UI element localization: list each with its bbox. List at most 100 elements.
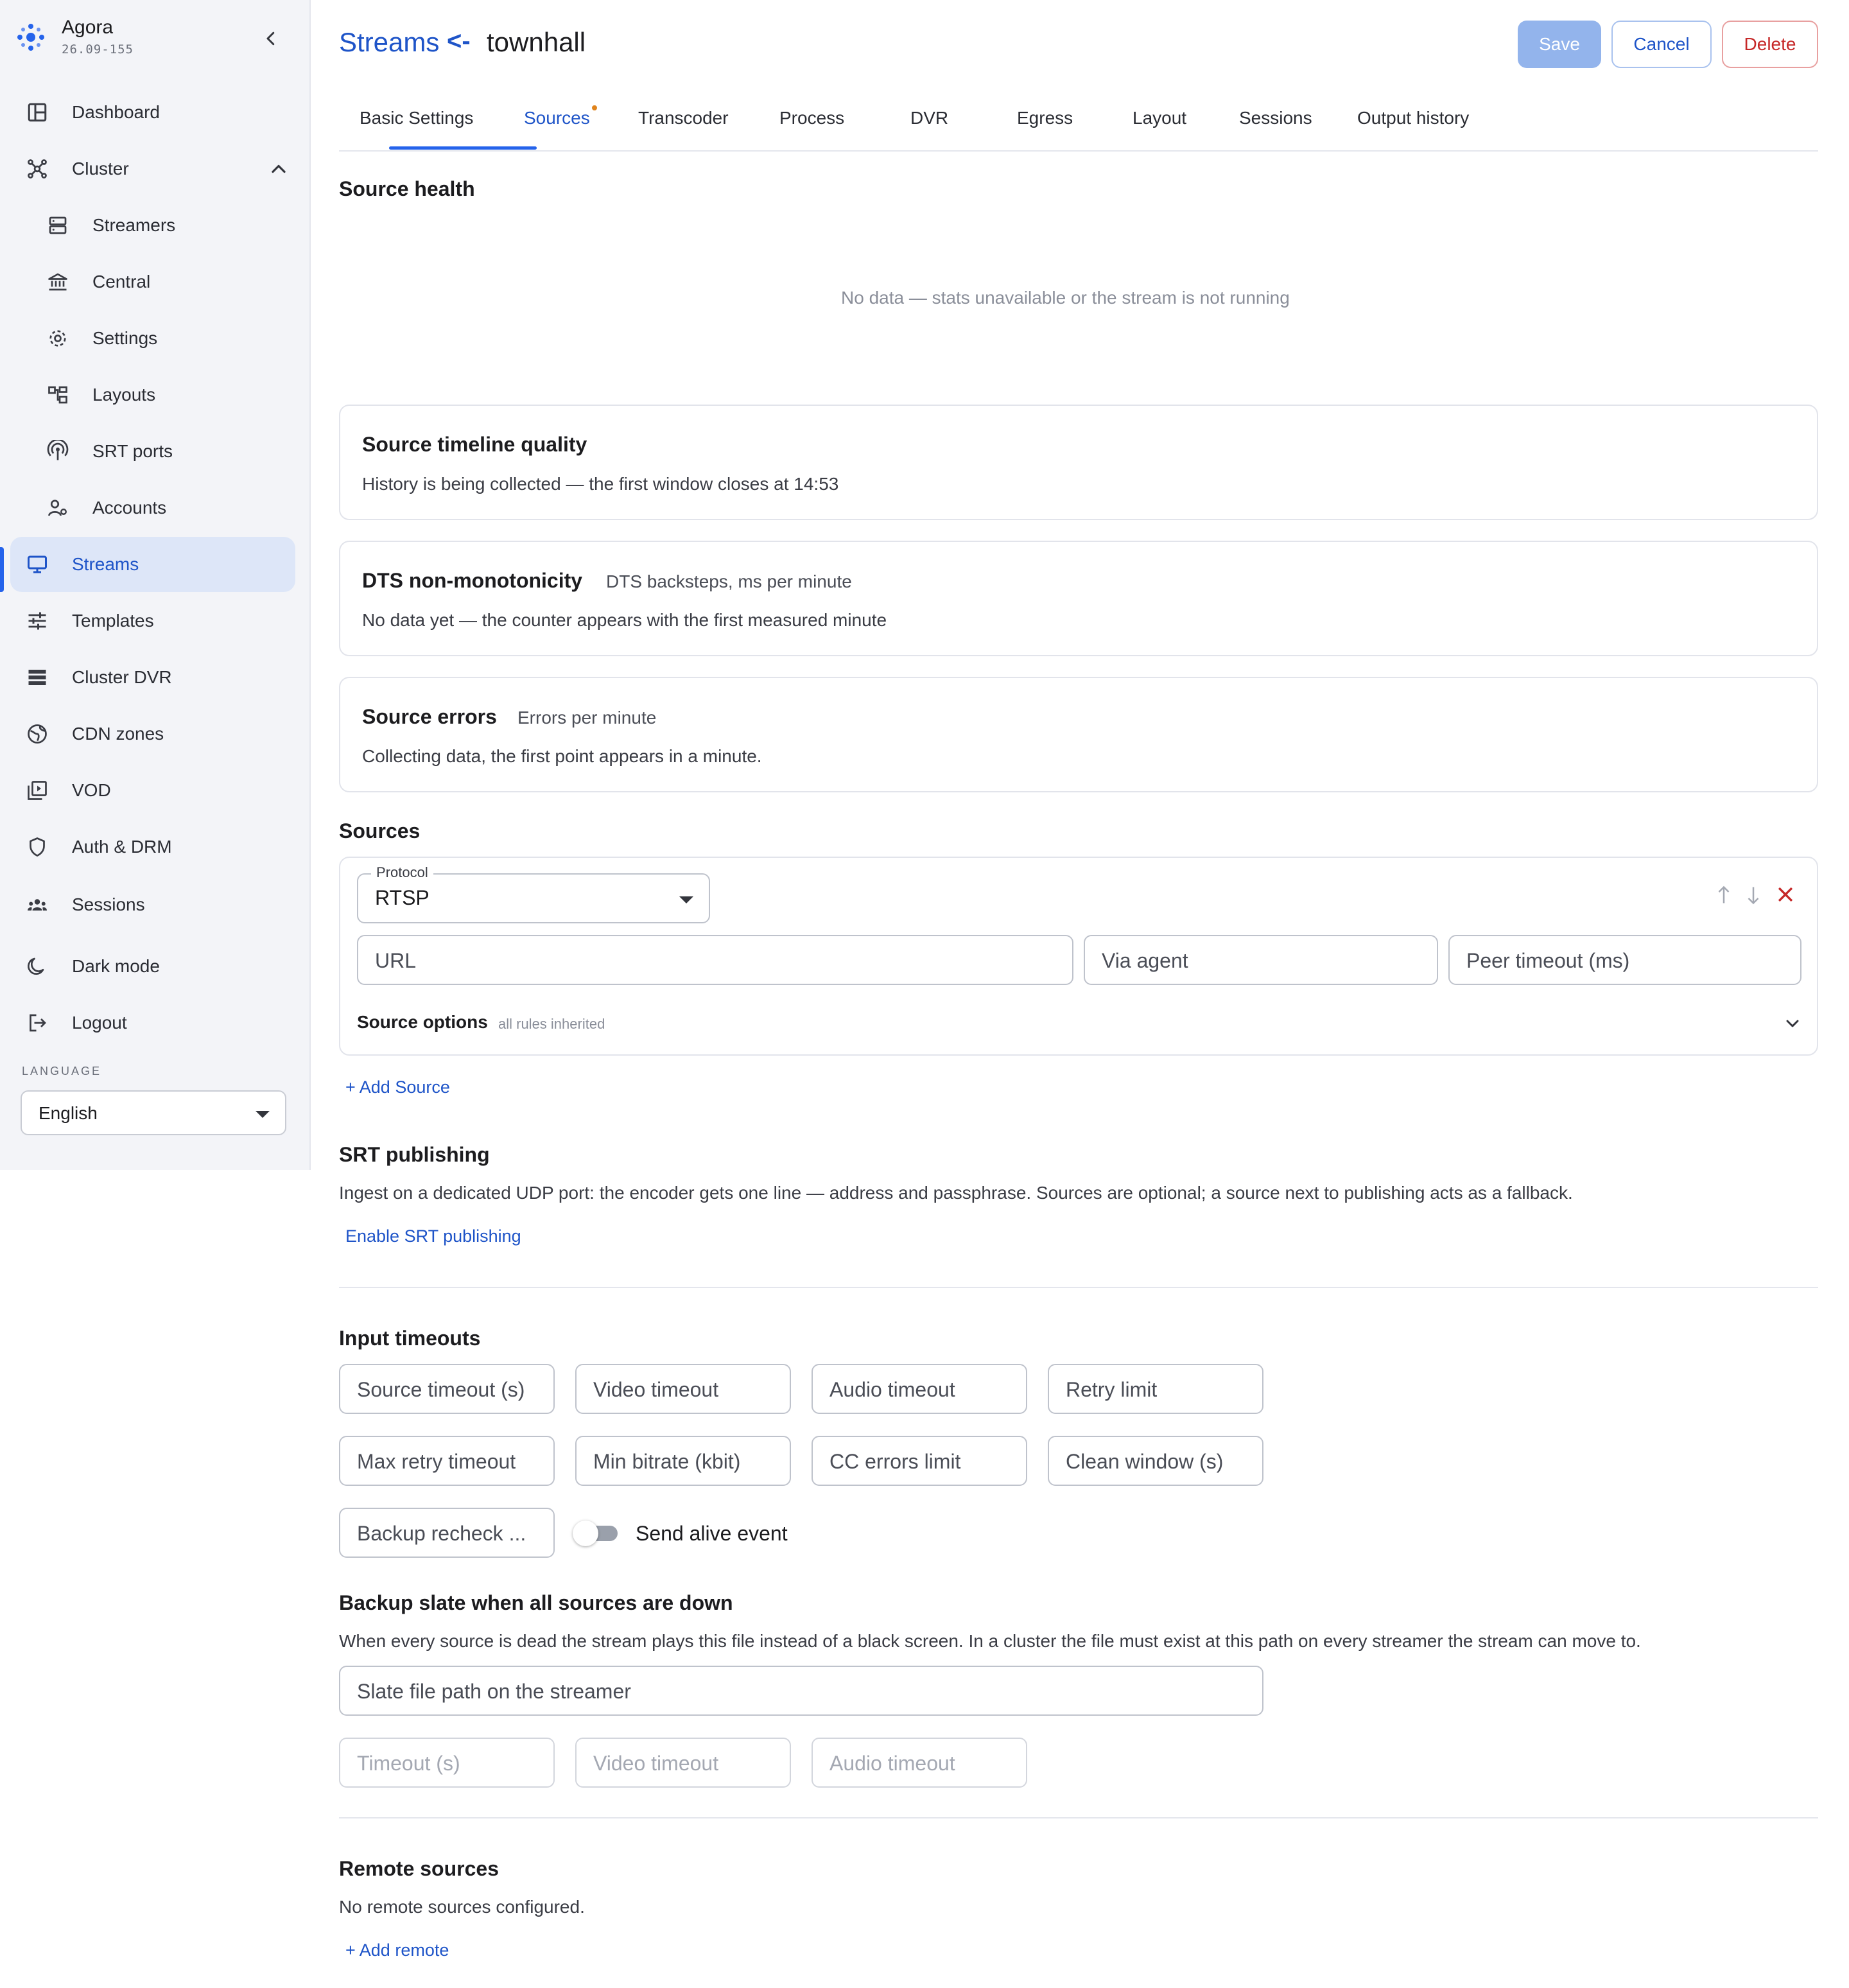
sources-title: Sources [339, 819, 421, 842]
remove-source-icon[interactable] [1775, 884, 1796, 905]
sidebar-item-settings[interactable]: Settings [10, 311, 298, 366]
sidebar-item-label: Dark mode [72, 956, 160, 976]
slate-timeout-input[interactable]: Timeout (s) [339, 1738, 555, 1788]
sidebar-item-streams[interactable]: Streams [10, 537, 295, 592]
audio-timeout-input[interactable]: Audio timeout [812, 1364, 1027, 1414]
monitor-icon [28, 555, 47, 573]
field-placeholder: Slate file path on the streamer [357, 1680, 631, 1703]
sidebar-item-layouts[interactable]: Layouts [10, 367, 298, 423]
cc-errors-limit-input[interactable]: CC errors limit [812, 1436, 1027, 1486]
protocol-select[interactable]: Protocol RTSP [357, 864, 710, 923]
sidebar-item-label: Accounts [92, 498, 167, 518]
move-up-icon[interactable] [1714, 884, 1733, 907]
field-placeholder: Audio timeout [829, 1752, 955, 1775]
sidebar-item-auth-drm[interactable]: Auth & DRM [10, 819, 298, 875]
card-title: Source timeline quality [362, 433, 587, 456]
peer-timeout-input[interactable]: Peer timeout (ms) [1448, 935, 1801, 985]
language-select[interactable]: English [21, 1090, 286, 1135]
add-source-button[interactable]: + Add Source [345, 1077, 450, 1097]
dark-mode-toggle[interactable]: Dark mode [10, 939, 298, 994]
source-timeout-input[interactable]: Source timeout (s) [339, 1364, 555, 1414]
layouts-icon [48, 386, 67, 404]
sidebar-item-label: Auth & DRM [72, 837, 172, 857]
antenna-icon [47, 440, 69, 460]
max-retry-timeout-input[interactable]: Max retry timeout [339, 1436, 555, 1486]
min-bitrate-input[interactable]: Min bitrate (kbit) [575, 1436, 791, 1486]
sidebar-item-srt-ports[interactable]: SRT ports [10, 424, 298, 479]
collapse-sidebar-button[interactable] [254, 22, 288, 55]
retry-limit-input[interactable]: Retry limit [1048, 1364, 1263, 1414]
field-placeholder: Max retry timeout [357, 1450, 516, 1473]
source-options-hint: all rules inherited [498, 1016, 605, 1032]
sidebar-item-sessions[interactable]: Sessions [10, 877, 298, 932]
unsaved-dot [592, 105, 597, 110]
sidebar-item-label: Settings [92, 328, 158, 348]
sidebar-item-label: Cluster DVR [72, 667, 172, 687]
sidebar-item-dashboard[interactable]: Dashboard [10, 85, 298, 140]
source-options-label: Source options [357, 1012, 488, 1032]
add-remote-button[interactable]: + Add remote [345, 1940, 449, 1960]
backup-recheck-input[interactable]: Backup recheck ... [339, 1508, 555, 1558]
slate-audio-timeout-input[interactable]: Audio timeout [812, 1738, 1027, 1788]
tab-output-history[interactable]: Output history [1357, 108, 1469, 128]
send-alive-event-label: Send alive event [636, 1522, 788, 1545]
enable-srt-button[interactable]: Enable SRT publishing [345, 1226, 521, 1246]
storage-icon [28, 670, 46, 685]
tab-process[interactable]: Process [779, 108, 844, 128]
sidebar-item-templates[interactable]: Templates [10, 593, 298, 649]
send-alive-event-switch[interactable] [573, 1519, 623, 1548]
tab-sources[interactable]: Sources [524, 108, 590, 128]
card-text: Collecting data, the first point appears… [362, 746, 762, 766]
clean-window-input[interactable]: Clean window (s) [1048, 1436, 1263, 1486]
delete-button[interactable]: Delete [1722, 21, 1818, 68]
field-placeholder: Backup recheck ... [357, 1522, 526, 1545]
tab-sessions[interactable]: Sessions [1239, 108, 1312, 128]
tab-basic-settings[interactable]: Basic Settings [360, 108, 473, 128]
switch-knob [573, 1521, 598, 1546]
card-title: DTS non-monotonicity [362, 569, 583, 592]
sidebar-item-label: Streamers [92, 215, 176, 235]
move-down-icon[interactable] [1744, 884, 1763, 907]
sidebar-item-cluster-dvr[interactable]: Cluster DVR [10, 650, 298, 705]
url-input[interactable]: URL [357, 935, 1073, 985]
tab-egress[interactable]: Egress [1017, 108, 1073, 128]
tab-layout[interactable]: Layout [1133, 108, 1186, 128]
sidebar-item-streamers[interactable]: Streamers [10, 198, 298, 253]
breadcrumb-streams-link[interactable]: Streams [339, 27, 439, 58]
source-health-title: Source health [339, 177, 475, 200]
backup-slate-description: When every source is dead the stream pla… [339, 1631, 1641, 1651]
slate-video-timeout-input[interactable]: Video timeout [575, 1738, 791, 1788]
divider [339, 1817, 1818, 1818]
slate-path-input[interactable]: Slate file path on the streamer [339, 1666, 1263, 1716]
field-placeholder: Retry limit [1066, 1378, 1158, 1401]
sidebar-item-label: Dashboard [72, 102, 160, 122]
sidebar-item-vod[interactable]: VOD [10, 763, 298, 818]
back-arrow[interactable]: <- [447, 27, 471, 56]
field-placeholder: Min bitrate (kbit) [593, 1450, 741, 1473]
active-indicator [0, 547, 4, 592]
video-timeout-input[interactable]: Video timeout [575, 1364, 791, 1414]
language-value: English [39, 1103, 98, 1123]
language-label: LANGUAGE [22, 1065, 102, 1077]
sidebar-item-label: Central [92, 272, 151, 292]
tab-transcoder[interactable]: Transcoder [638, 108, 729, 128]
sidebar-item-accounts[interactable]: Accounts [10, 480, 298, 536]
sidebar-item-central[interactable]: Central [10, 254, 298, 310]
chevron-down-icon [1786, 1020, 1799, 1027]
save-button[interactable]: Save [1518, 21, 1601, 68]
cancel-button[interactable]: Cancel [1611, 21, 1712, 68]
source-health-empty: No data — stats unavailable or the strea… [841, 288, 1290, 308]
sidebar-item-cluster[interactable]: Cluster [10, 141, 298, 196]
field-placeholder: CC errors limit [829, 1450, 961, 1473]
via-agent-input[interactable]: Via agent [1084, 935, 1438, 985]
tab-dvr[interactable]: DVR [910, 108, 948, 128]
sidebar-item-label: Logout [72, 1013, 127, 1033]
remote-sources-title: Remote sources [339, 1857, 499, 1880]
sidebar-item-cdn-zones[interactable]: CDN zones [10, 706, 298, 762]
logout-button[interactable]: Logout [10, 995, 298, 1051]
source-options-toggle[interactable]: Source options all rules inherited [357, 1009, 1804, 1042]
input-timeouts-title: Input timeouts [339, 1327, 481, 1350]
cluster-icon [28, 159, 47, 179]
app-version: 26.09-155 [62, 42, 134, 57]
field-placeholder: Video timeout [593, 1752, 719, 1775]
